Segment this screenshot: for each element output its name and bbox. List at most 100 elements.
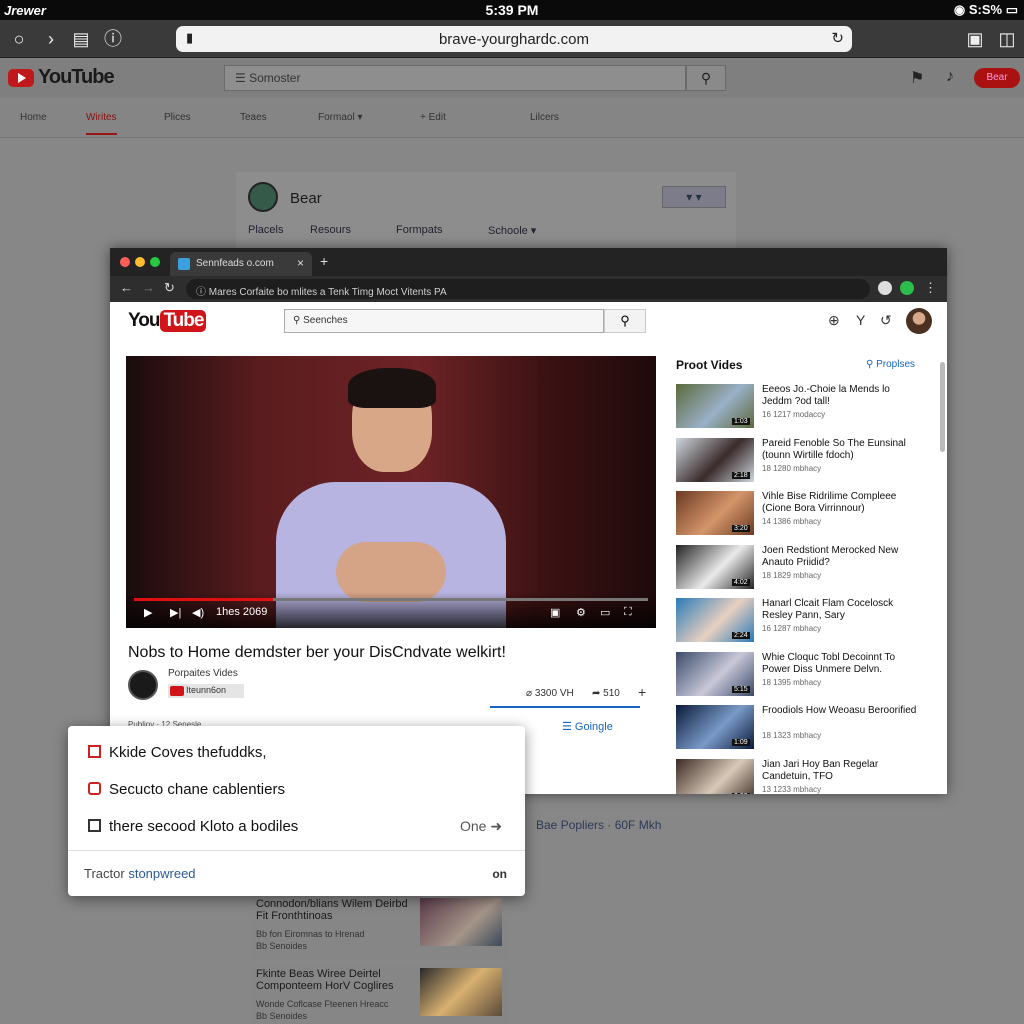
filter-icon[interactable]: Y [856, 312, 865, 328]
recommended-video[interactable]: 5:15 Whie Cloquc Tobl Decoinnt To Power D… [676, 651, 926, 698]
battery-label: ◉ S:S% ▭ [953, 2, 1018, 17]
google-link[interactable]: ☰ Goingle [562, 720, 613, 733]
toggle-on-label[interactable]: on [492, 867, 507, 881]
refresh-icon[interactable]: ↻ [831, 29, 844, 47]
recommended-video[interactable]: 3:20 Vihle Bise Ridrilime Compleee (Cione… [676, 491, 926, 537]
outer-search-input[interactable]: ☰ Somoster [224, 65, 686, 91]
recommended-video[interactable]: 1:09 Froodiols How Weoasu Beroorified 18 1… [676, 705, 926, 751]
theater-icon[interactable]: ▭ [600, 606, 610, 619]
captions-icon[interactable]: ▣ [550, 606, 560, 619]
channel-tab[interactable]: Resours [310, 224, 351, 236]
youtube-logo[interactable]: YouTube [8, 66, 115, 89]
popup-item[interactable]: Kkide Coves thefuddks, [88, 744, 267, 761]
channel-tab[interactable]: Schoole ▾ [488, 224, 536, 237]
channel-name[interactable]: Porpaites Vides [168, 668, 238, 679]
nav-item[interactable]: Teaes [240, 112, 267, 123]
channel-avatar[interactable] [128, 670, 158, 700]
reload-circle-icon[interactable]: ○ [8, 28, 30, 50]
notification-icon[interactable]: ⚑ [910, 68, 924, 88]
settings-icon [88, 782, 101, 795]
search-input[interactable]: ⚲ Seenches [284, 309, 604, 333]
extension-icon[interactable] [878, 281, 892, 295]
recommended-video[interactable]: 2:24 Hanarl Clcait Flam Cocelosck Resley … [676, 598, 926, 644]
globe-icon[interactable]: ⊕ [828, 312, 840, 329]
play-icon[interactable]: ▶ [144, 606, 152, 619]
forward-icon[interactable]: › [40, 28, 62, 50]
add-icon[interactable]: + [638, 684, 646, 700]
reader-icon[interactable]: ▤ [70, 28, 92, 50]
reload-icon[interactable]: ↻ [164, 280, 175, 296]
channel-menu-button[interactable]: ▾ ▾ [662, 186, 726, 208]
video-title: Eeeos Jo.-Choie la Mends lo Jeddm ?od ta… [762, 384, 890, 407]
sign-in-button[interactable]: Bear [974, 68, 1020, 88]
recommended-video[interactable]: 4:02 Joen Redstiont Merocked New Anauto P… [676, 544, 926, 591]
tab-favicon-icon [178, 258, 190, 270]
list-item[interactable]: Connodon/blians Wilem Deirbd Fit Frontht… [250, 894, 510, 960]
video-title: Nobs to Home demdster ber your DisCndvat… [128, 644, 506, 661]
nav-item-active[interactable]: Wirites [86, 112, 117, 135]
close-tab-icon[interactable]: × [297, 256, 304, 270]
popup-item[interactable]: Secucto chane cablentiers [88, 781, 285, 798]
next-icon[interactable]: ▶| [170, 606, 181, 619]
close-window-icon[interactable] [120, 257, 130, 267]
back-icon[interactable]: ← [120, 280, 133, 295]
more-label: Proplses [876, 359, 916, 370]
nav-item[interactable]: Lilcers [530, 112, 559, 123]
channel-tab[interactable]: Placels [248, 224, 283, 236]
forward-icon[interactable]: → [142, 280, 155, 295]
nav-item[interactable]: + Edit [420, 112, 446, 123]
recommended-video[interactable]: 3:33 Jian Jari Hoy Ban Regelar Candetuin,… [676, 758, 926, 794]
video-title: Pareid Fenoble So The Eunsinal (tounn Wi… [762, 437, 906, 461]
video-title: Hanarl Clcait Flam Cocelosck Resley Pann… [762, 598, 894, 621]
outer-search-button[interactable]: ⚲ [686, 65, 726, 91]
shield-check-icon[interactable] [900, 281, 914, 295]
minimize-window-icon[interactable] [135, 257, 145, 267]
browser-tab[interactable]: Sennfeads o.com × [170, 252, 312, 276]
popup-item[interactable]: there secood Kloto a bodiles [88, 818, 298, 835]
one-link[interactable]: One ➜ [460, 818, 502, 835]
view-count: 3300 VH [534, 688, 574, 699]
presenter-image [266, 368, 516, 628]
settings-gear-icon[interactable]: ⚙ [576, 606, 586, 619]
nav-item[interactable]: Home [20, 112, 47, 123]
footer-accent[interactable]: stonpwreed [128, 866, 195, 881]
like-icon[interactable]: ⌀ 3300 VH [526, 688, 574, 699]
outer-header: YouTube ☰ Somoster ⚲ ⚑ ♪ Bear [0, 58, 1024, 98]
channel-name: Bear [290, 190, 322, 207]
fullscreen-icon[interactable]: ⛶ [624, 606, 632, 619]
recommended-video[interactable]: 1:03 Eeeos Jo.-Choie la Mends lo Jeddm ?o… [676, 384, 926, 430]
scrollbar[interactable] [940, 362, 945, 452]
list-item[interactable]: Fkinte Beas Wiree Deirtel Componteem Hor… [250, 964, 510, 1024]
share-icon[interactable]: ➦ 510 [592, 688, 620, 699]
window-address-field[interactable]: ⓘ Mares Corfaite bo mlites a Tenk Timg M… [186, 279, 870, 299]
share-icon[interactable]: ▣ [964, 28, 986, 50]
google-label: Goingle [574, 721, 613, 733]
progress-bar[interactable] [134, 598, 648, 601]
notification-icon[interactable]: ↺ [880, 312, 892, 329]
recommended-video[interactable]: 2:18 Pareid Fenoble So The Eunsinal (toun… [676, 437, 926, 484]
youtube-logo[interactable]: YouTube [128, 310, 207, 332]
tabs-icon[interactable]: ◫ [996, 28, 1018, 50]
new-tab-icon[interactable]: + [320, 253, 328, 269]
channel-avatar[interactable] [248, 182, 278, 212]
info-icon[interactable]: ⓘ [102, 28, 124, 50]
duration-badge: 5:15 [732, 685, 750, 693]
volume-icon[interactable]: ◀) [192, 606, 204, 619]
address-bar[interactable]: ▮ brave-yourghardc.com ↻ [176, 26, 852, 52]
player-controls: ▶ ▶| ◀) 1hes 2069 ▣ ⚙ ▭ ⛶ [126, 592, 656, 628]
subscribe-button[interactable]: Iteunn6on [168, 684, 244, 698]
search-button[interactable]: ⚲ [604, 309, 646, 333]
duration-badge: 4:02 [732, 578, 750, 586]
nav-item[interactable]: Plices [164, 112, 191, 123]
nav-item[interactable]: Formaol ▾ [318, 112, 362, 123]
avatar[interactable] [906, 308, 932, 334]
menu-kebab-icon[interactable]: ⋮ [924, 280, 937, 296]
duration-badge: 1:03 [732, 418, 750, 425]
channel-tab[interactable]: Formpats [396, 224, 442, 236]
mic-icon[interactable]: ♪ [946, 68, 954, 86]
browser-toolbar: ○ › ▤ ⓘ ▮ brave-yourghardc.com ↻ ▣ ◫ [0, 20, 1024, 58]
duration-badge: 2:18 [732, 471, 750, 479]
video-player[interactable]: ▶ ▶| ◀) 1hes 2069 ▣ ⚙ ▭ ⛶ [126, 356, 656, 628]
zoom-window-icon[interactable] [150, 257, 160, 267]
sidebar-more-link[interactable]: ⚲ Proplses [866, 359, 915, 370]
